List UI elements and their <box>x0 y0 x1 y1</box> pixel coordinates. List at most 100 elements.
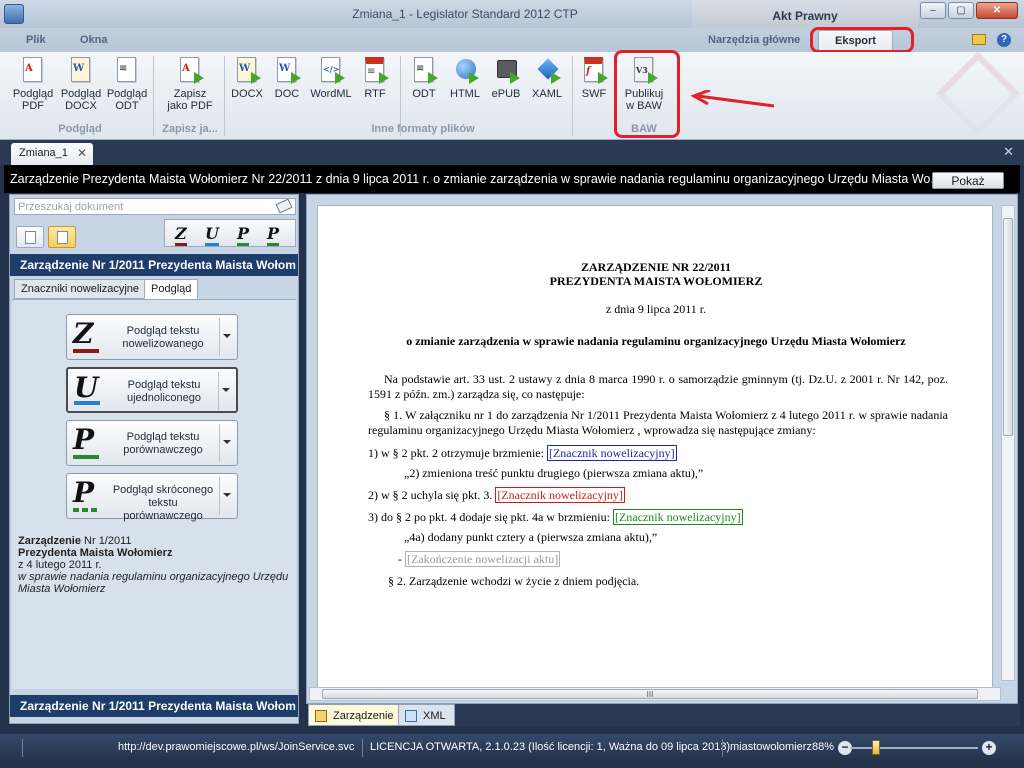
minimize-button[interactable]: ‒ <box>920 2 946 19</box>
button-label: Podgląd tekstu ujednoliconego <box>126 379 201 404</box>
button-label: DOCX <box>65 100 97 112</box>
close-pane-icon[interactable]: ✕ <box>1003 144 1014 160</box>
vertical-scrollbar[interactable] <box>1001 205 1015 681</box>
act-subject: o zmianie zarządzenia w sprawie nadania … <box>406 334 906 348</box>
button-label: Podgląd <box>12 88 54 100</box>
u-mode-icon[interactable]: U <box>205 224 219 246</box>
zoom-slider-track[interactable] <box>850 747 978 749</box>
docx-export-icon: W <box>233 56 261 86</box>
export-xaml-button[interactable]: XAML <box>528 56 566 118</box>
maximize-button[interactable]: ▢ <box>948 2 974 19</box>
button-label: jako PDF <box>167 100 213 112</box>
button-label: DOC <box>274 88 300 100</box>
amendment-marker-link[interactable]: [Znacznik nowelizacyjny] <box>612 509 743 525</box>
service-url: http://dev.prawomiejscowe.pl/ws/JoinServ… <box>118 741 355 753</box>
chevron-down-icon[interactable] <box>222 388 230 392</box>
item-text: - <box>398 552 402 566</box>
button-label: ePUB <box>491 88 521 100</box>
button-label: Podgląd tekstu nowelizowanego <box>122 325 204 350</box>
chevron-down-icon[interactable] <box>223 440 231 444</box>
export-epub-button[interactable]: ePUB <box>488 56 524 118</box>
amendment-quote-1: „2) zmieniona treść punktu drugiego (pie… <box>404 466 704 480</box>
xml-icon <box>405 710 417 722</box>
search-input[interactable]: Przeszukaj dokument <box>14 198 296 215</box>
export-rtf-button[interactable]: ≡ RTF <box>360 56 390 118</box>
zoom-in-button[interactable]: + <box>982 741 996 755</box>
preview-docx-button[interactable]: W Podgląd DOCX <box>58 56 104 118</box>
button-label: DOCX <box>231 88 263 100</box>
item-text: 3) do § 2 po pkt. 4 dodaje się pkt. 4a w… <box>368 510 610 524</box>
document-tab-zmiana[interactable]: Zmiana_1 ✕ <box>11 143 93 165</box>
tab-znaczniki-nowelizacyjne[interactable]: Znaczniki nowelizacyjne <box>14 279 146 299</box>
rtf-export-icon: ≡ <box>361 56 389 86</box>
scroll-thumb[interactable]: III <box>322 689 978 699</box>
close-button[interactable]: ✕ <box>976 2 1018 19</box>
amendment-end-link[interactable]: [Zakończenie nowelizacji aktu] <box>405 551 561 567</box>
wordml-export-icon: </> <box>317 56 345 86</box>
preview-comparative-text-button[interactable]: P Podgląd tekstu porównawczego <box>66 420 238 466</box>
button-label: Podgląd tekstu porównawczego <box>123 431 203 456</box>
scroll-thumb[interactable] <box>1003 218 1013 436</box>
panel-title: Zarządzenie Nr 1/2011 Prezydenta Maista … <box>10 254 298 276</box>
p-short-mode-icon[interactable]: P <box>267 224 280 246</box>
preview-view-button[interactable] <box>48 226 76 248</box>
amendment-item-3: 3) do § 2 po pkt. 4 dodaje się pkt. 4a w… <box>368 509 948 525</box>
xaml-export-icon <box>533 56 561 86</box>
tab-label: Zarządzenie <box>333 710 394 722</box>
tab-okna[interactable]: Okna <box>80 34 108 46</box>
status-bar: http://dev.prawomiejscowe.pl/ws/JoinServ… <box>0 734 1024 762</box>
folder-icon[interactable] <box>972 34 986 45</box>
export-html-button[interactable]: HTML <box>446 56 484 118</box>
tab-narzedzia-glowne[interactable]: Narzędzia główne <box>708 34 800 46</box>
close-tab-icon[interactable]: ✕ <box>77 146 87 160</box>
legal-basis: Na podstawie art. 33 ust. 2 ustawy z dni… <box>368 372 948 401</box>
tab-plik[interactable]: Plik <box>26 34 46 46</box>
export-wordml-button[interactable]: </> WordML <box>308 56 354 118</box>
export-swf-button[interactable]: f SWF <box>578 56 610 118</box>
doc-export-icon: W <box>273 56 301 86</box>
document-icon <box>315 710 327 722</box>
tab-xml[interactable]: XML <box>398 704 455 726</box>
eraser-icon[interactable] <box>275 198 293 214</box>
baw-highlight <box>614 50 680 138</box>
tab-podglad[interactable]: Podgląd <box>144 279 199 299</box>
export-odt-button[interactable]: ≡ ODT <box>408 56 440 118</box>
act-issuer: PREZYDENTA MAISTA WOŁOMIERZ <box>549 274 763 288</box>
document-icon <box>25 231 36 244</box>
p-glyph-icon: P <box>73 476 95 509</box>
p-mode-icon[interactable]: P <box>237 224 250 246</box>
horizontal-scrollbar[interactable]: III <box>309 687 1001 701</box>
preview-amended-text-button[interactable]: Z Podgląd tekstu nowelizowanego <box>66 314 238 360</box>
button-label: Podgląd <box>60 88 102 100</box>
document-header: Zarządzenie Prezydenta Maista Wołomierz … <box>4 165 1020 193</box>
help-icon[interactable]: ? <box>997 33 1011 47</box>
amendment-marker-link[interactable]: [Znacznik nowelizacyjny] <box>495 487 625 503</box>
z-mode-icon[interactable]: Z <box>175 224 187 246</box>
act-date: z dnia 9 lipca 2011 r. <box>605 302 707 316</box>
button-label: SWF <box>581 88 607 100</box>
preview-odt-button[interactable]: ≡ Podgląd ODT <box>104 56 150 118</box>
info-number: Nr 1/2011 <box>80 535 132 547</box>
tab-zarzadzenie[interactable]: Zarządzenie <box>308 704 403 726</box>
zoom-slider-thumb[interactable] <box>872 740 880 755</box>
document-search-icon <box>57 231 68 244</box>
preview-consolidated-text-button[interactable]: U Podgląd tekstu ujednoliconego <box>66 367 238 413</box>
preview-pdf-button[interactable]: A Podgląd PDF <box>10 56 56 118</box>
document-tab-bar: Zmiana_1 ✕ <box>0 140 1024 165</box>
left-pane: Przeszukaj dokument Z U P P Zarządzenie … <box>9 194 299 724</box>
outline-view-button[interactable] <box>16 226 44 248</box>
export-docx-button[interactable]: W DOCX <box>228 56 266 118</box>
amendment-marker-link[interactable]: [Znacznik nowelizacyjny] <box>546 445 677 461</box>
chevron-down-icon[interactable] <box>223 493 231 497</box>
docx-icon: W <box>67 56 95 86</box>
chevron-down-icon[interactable] <box>223 334 231 338</box>
license-info: LICENCJA OTWARTA, 2.1.0.23 (Ilość licenc… <box>370 741 731 753</box>
export-doc-button[interactable]: W DOC <box>270 56 304 118</box>
save-as-pdf-button[interactable]: A Zapisz jako PDF <box>162 56 218 118</box>
preview-short-comparative-text-button[interactable]: P Podgląd skróconego tekstu porównawczeg… <box>66 473 238 522</box>
show-button[interactable]: Pokaż <box>932 172 1004 189</box>
document-page: ZARZĄDZENIE NR 22/2011 PREZYDENTA MAISTA… <box>317 205 993 695</box>
button-label: Podgląd skróconego tekstu porównawczego <box>112 484 214 522</box>
item-text: 1) w § 2 pkt. 2 otrzymuje brzmienie: <box>368 446 544 460</box>
app-logo-watermark <box>935 51 1021 137</box>
